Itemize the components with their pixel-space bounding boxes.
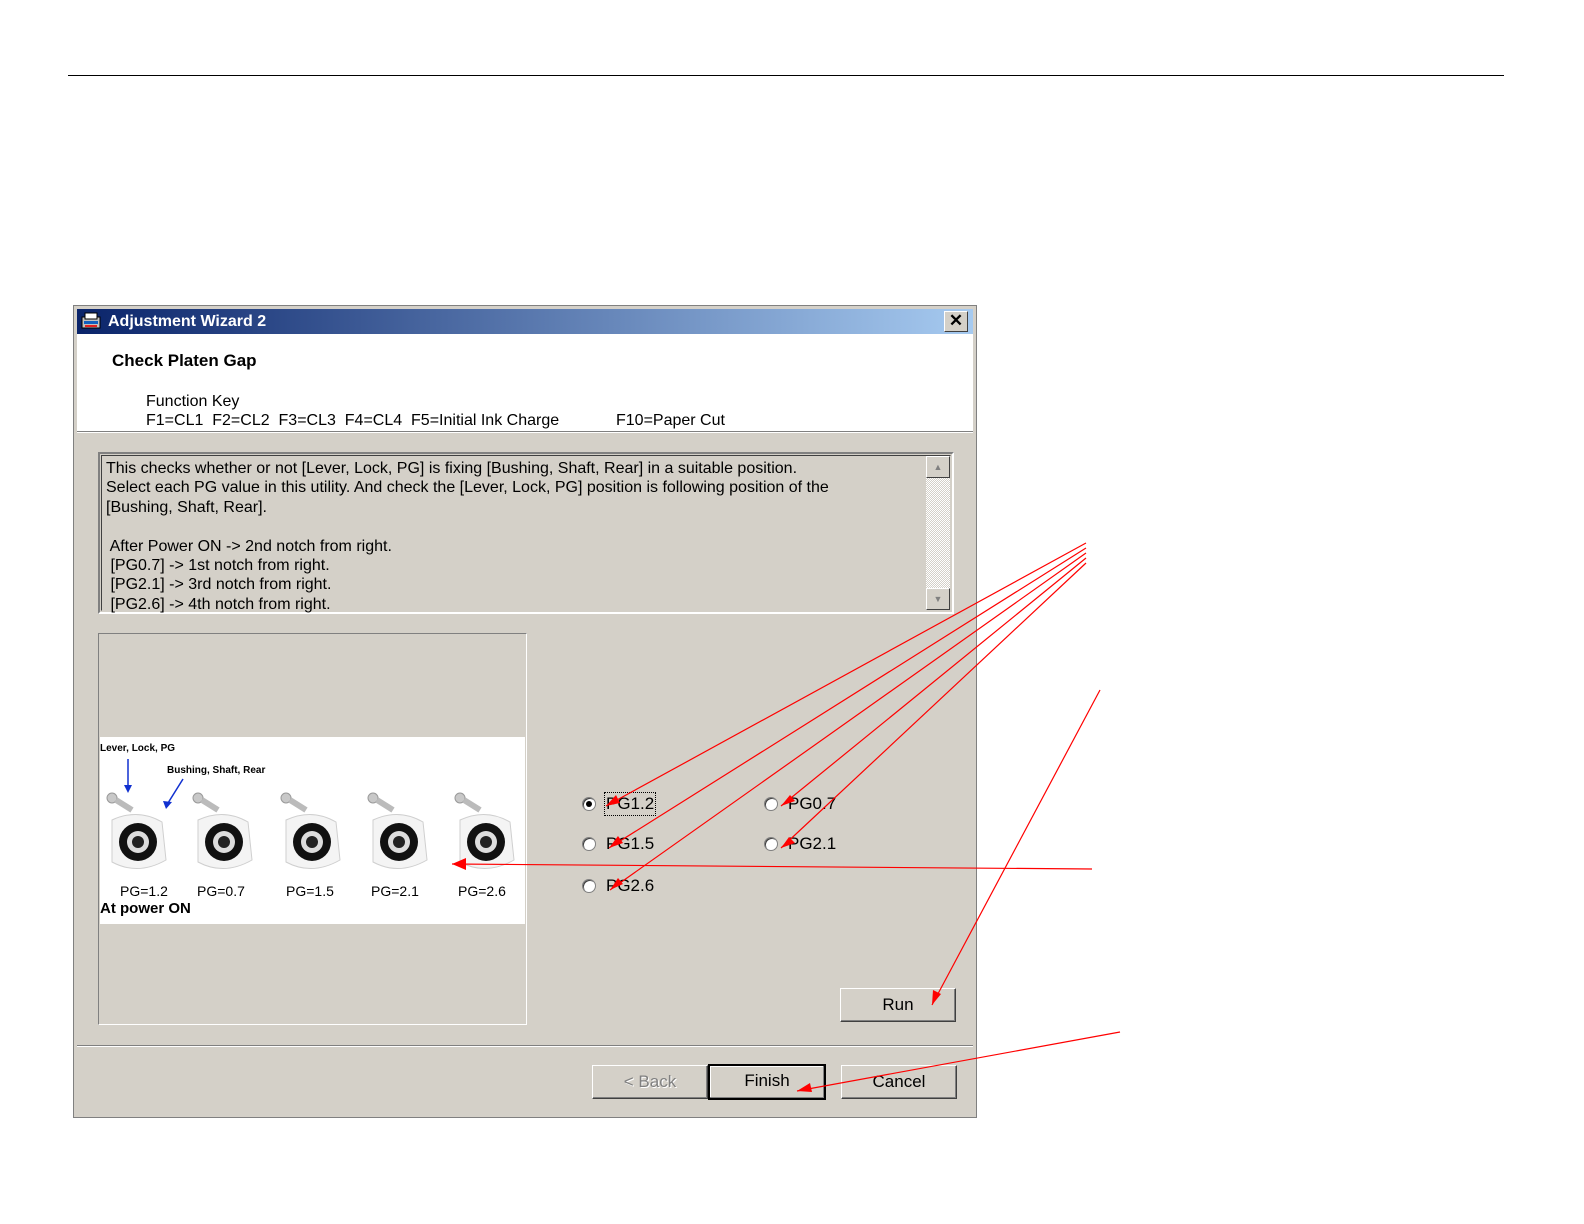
arrow-to-pg07 [780,557,1087,807]
arrowhead-pg21 [781,837,795,848]
arrowhead-pg15 [609,836,623,848]
arrowhead-diagram [452,858,466,870]
arrow-to-pg15 [608,547,1087,849]
arrowhead-finish [797,1083,812,1092]
arrow-to-pg12 [605,542,1087,807]
arrow-to-pg21 [780,562,1087,849]
annotation-arrows [451,542,1121,1092]
arrow-to-run [931,689,1101,1006]
arrow-to-diagram [451,863,1093,870]
arrowhead-pg26 [610,878,623,890]
arrow-to-pg26 [609,552,1087,891]
arrow-to-finish [796,1031,1121,1092]
arrowhead-pg12 [606,795,620,806]
arrowhead-run [932,990,941,1005]
